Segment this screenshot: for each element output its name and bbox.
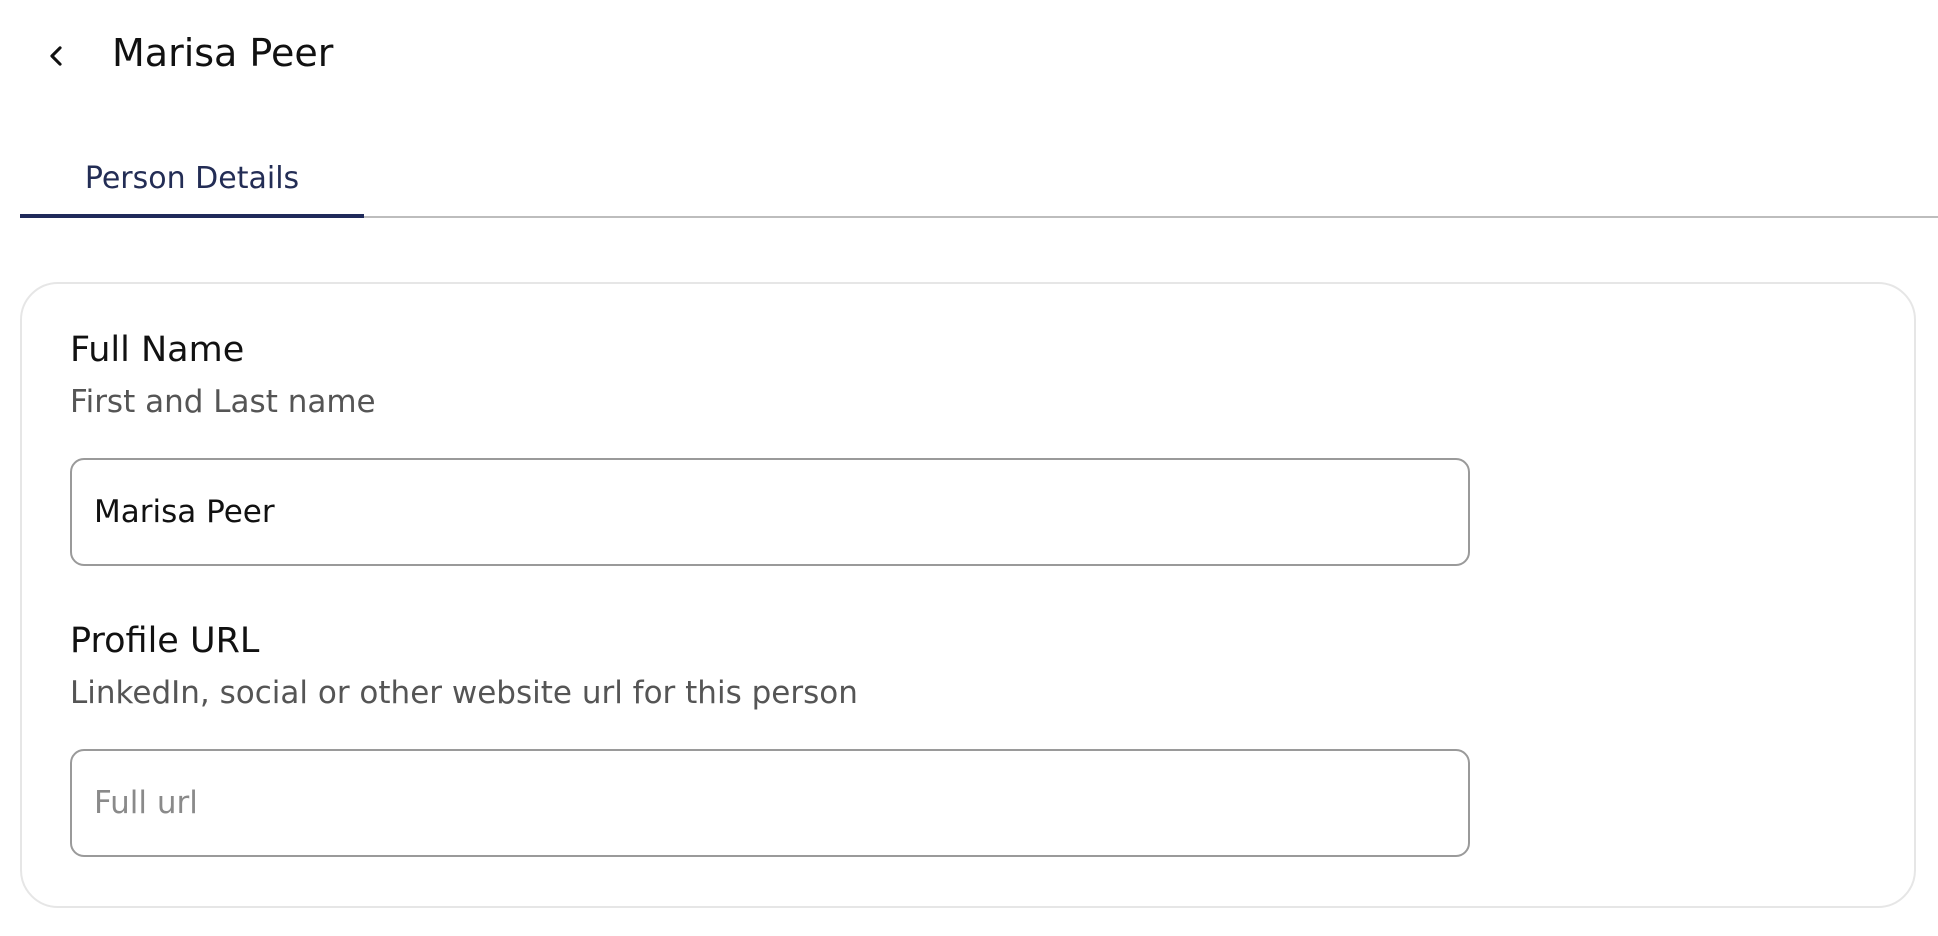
person-details-page: Marisa Peer Person Details Full Name Fir… xyxy=(0,0,1938,936)
profile-url-input[interactable] xyxy=(72,751,1468,855)
chevron-left-icon xyxy=(50,46,62,66)
page-header: Marisa Peer xyxy=(0,0,1938,110)
full-name-hint: First and Last name xyxy=(70,384,376,420)
tab-person-details[interactable]: Person Details xyxy=(20,140,364,216)
profile-url-hint: LinkedIn, social or other website url fo… xyxy=(70,675,858,711)
page-title: Marisa Peer xyxy=(112,31,334,75)
profile-url-field-container xyxy=(70,749,1470,857)
tab-label: Person Details xyxy=(84,160,300,196)
back-button[interactable] xyxy=(36,36,76,76)
person-details-card: Full Name First and Last name Profile UR… xyxy=(20,282,1916,908)
full-name-label: Full Name xyxy=(70,330,245,370)
tab-bar: Person Details xyxy=(20,140,1938,218)
full-name-input[interactable] xyxy=(72,460,1468,564)
full-name-field-container xyxy=(70,458,1470,566)
active-tab-indicator xyxy=(20,214,364,218)
profile-url-label: Profile URL xyxy=(70,621,260,661)
